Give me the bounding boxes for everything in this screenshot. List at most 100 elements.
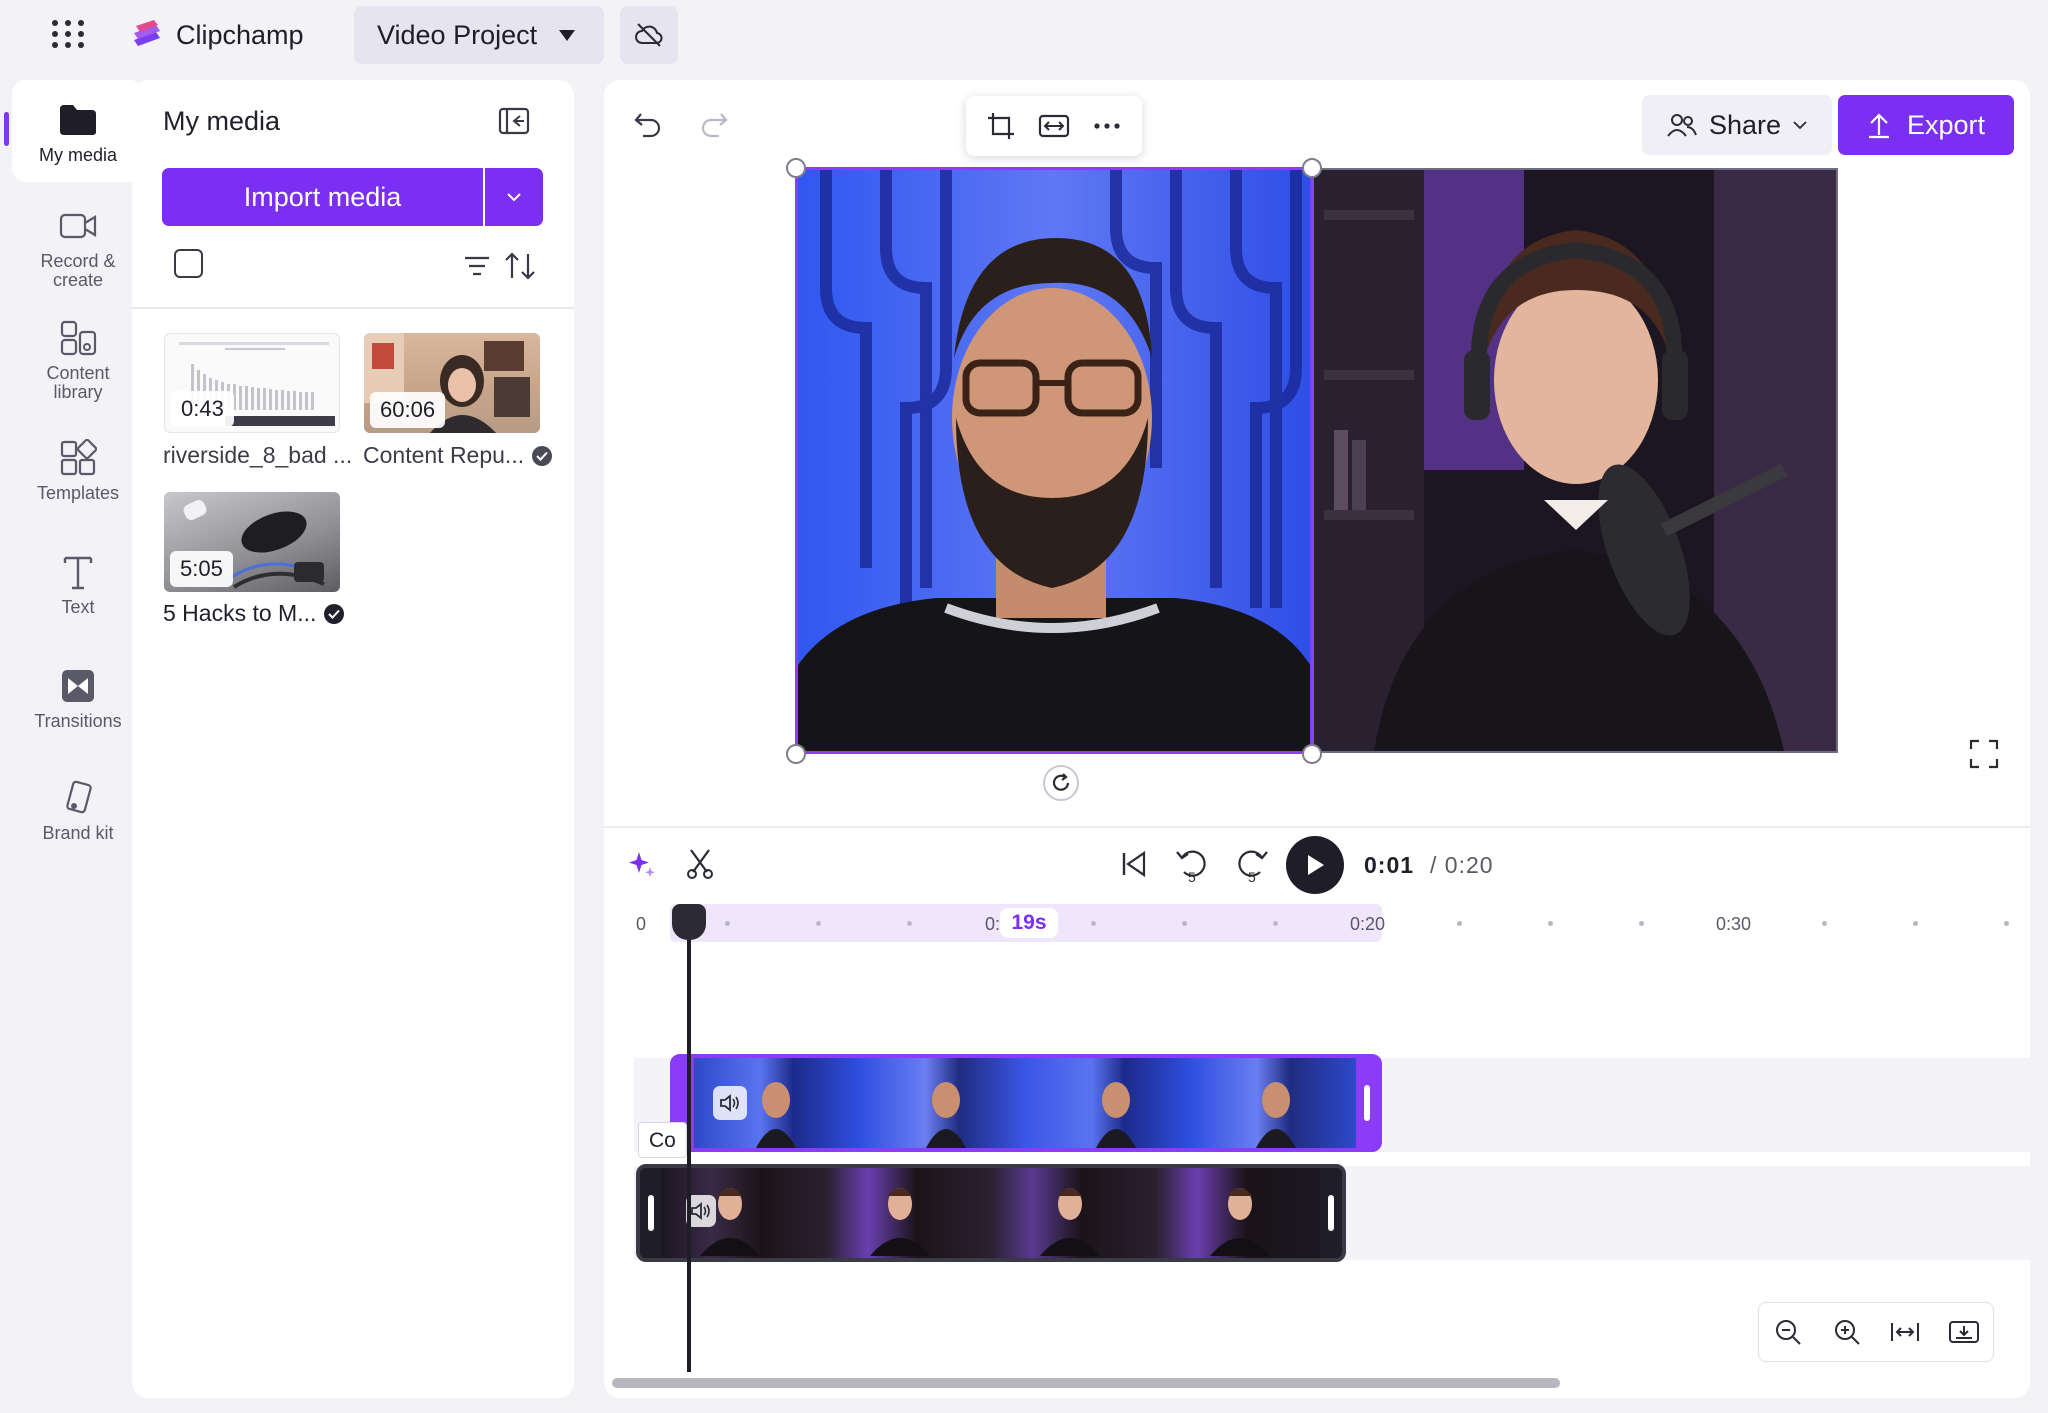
- preview-timeline-divider: [604, 826, 2030, 828]
- redo-button[interactable]: [694, 104, 734, 144]
- media-thumbnail[interactable]: 5:05: [164, 492, 340, 592]
- filter-button[interactable]: [462, 252, 492, 280]
- ruler-label: 0: [636, 914, 647, 934]
- camera-icon: [58, 206, 98, 246]
- nav-label: Templates: [36, 483, 120, 503]
- ruler-tick: [1273, 921, 1278, 926]
- more-options-button[interactable]: [1085, 104, 1129, 148]
- resize-handle[interactable]: [1302, 158, 1322, 178]
- fit-button[interactable]: [1032, 104, 1076, 148]
- nav-templates[interactable]: Templates: [12, 438, 144, 510]
- panel-divider: [132, 307, 574, 309]
- ai-magic-button[interactable]: [620, 842, 664, 886]
- resize-handle[interactable]: [786, 158, 806, 178]
- text-icon: [58, 552, 98, 592]
- more-horizontal-icon: [1094, 123, 1120, 129]
- rotate-button[interactable]: [1043, 765, 1079, 801]
- nav-transitions[interactable]: Transitions: [12, 666, 144, 738]
- project-name-dropdown[interactable]: Video Project: [354, 6, 604, 64]
- select-all-checkbox[interactable]: [174, 249, 203, 278]
- ruler-tick: [1457, 921, 1462, 926]
- nav-label: Record & create: [40, 251, 116, 290]
- upload-icon: [1868, 113, 1889, 139]
- ruler-label: 0:30: [1716, 914, 1752, 934]
- timeline-snap-icon: [1948, 1321, 1979, 1343]
- nav-record-create[interactable]: Record & create: [12, 206, 144, 298]
- playhead[interactable]: [687, 910, 691, 1372]
- project-name: Video Project: [377, 19, 538, 50]
- app-logo: Clipchamp: [130, 18, 304, 52]
- preview-video-left[interactable]: [796, 168, 1312, 753]
- jump-to-start-button[interactable]: [1112, 842, 1156, 886]
- share-button[interactable]: Share: [1642, 95, 1832, 155]
- crop-button[interactable]: [979, 104, 1023, 148]
- resize-handle[interactable]: [786, 744, 806, 764]
- fullscreen-button[interactable]: [1968, 738, 2000, 770]
- app-launcher-icon[interactable]: [48, 16, 84, 52]
- total-time: / 0:20: [1430, 852, 1494, 878]
- nav-my-media[interactable]: My media: [12, 80, 144, 182]
- collapse-panel-button[interactable]: [496, 104, 532, 138]
- redo-icon: [701, 113, 728, 138]
- media-name-text: riverside_8_bad ...: [163, 442, 353, 468]
- sort-button[interactable]: [503, 250, 537, 282]
- cloud-sync-button[interactable]: [620, 6, 678, 64]
- chevron-down-icon: [507, 193, 521, 202]
- fit-width-icon: [1891, 1323, 1920, 1341]
- ruler-tick: [1913, 921, 1918, 926]
- media-panel-title: My media: [163, 106, 281, 136]
- media-item-name: Content Repu...: [363, 442, 553, 469]
- media-thumbnail[interactable]: 60:06: [364, 333, 540, 433]
- rotate-icon: [1052, 773, 1070, 791]
- collapse-panel-icon: [498, 107, 530, 135]
- crop-icon: [987, 113, 1014, 139]
- fast-forward-icon: 5: [1238, 850, 1268, 884]
- export-button[interactable]: Export: [1838, 95, 2014, 155]
- ruler-label: 0:: [985, 914, 1001, 934]
- nav-brand-kit[interactable]: Brand kit: [12, 778, 144, 850]
- zoom-out-icon: [1776, 1320, 1801, 1345]
- snap-button[interactable]: [1944, 1312, 1984, 1352]
- import-options-button[interactable]: [485, 168, 543, 226]
- clip-people-overlay: [700, 1188, 1270, 1256]
- nav-content-library[interactable]: Content library: [12, 318, 144, 410]
- export-label: Export: [1906, 109, 1986, 140]
- man-video-frame: [796, 168, 1312, 753]
- clip-volume-button[interactable]: [713, 1086, 747, 1120]
- transitions-icon: [58, 666, 98, 706]
- nav-label: Content library: [46, 363, 110, 402]
- resize-handle[interactable]: [1302, 744, 1322, 764]
- rewind-5s-button[interactable]: 5: [1168, 840, 1216, 888]
- import-media-button[interactable]: Import media: [162, 168, 483, 226]
- playhead-handle[interactable]: [672, 904, 706, 940]
- clip-trim-right[interactable]: [1356, 1058, 1378, 1148]
- fit-icon: [1038, 114, 1070, 138]
- media-thumbnail[interactable]: 0:43: [164, 333, 340, 433]
- timeline-horizontal-scrollbar[interactable]: [612, 1378, 1560, 1388]
- app-name: Clipchamp: [176, 19, 304, 50]
- zoom-in-button[interactable]: [1827, 1312, 1867, 1352]
- split-button[interactable]: [678, 842, 722, 886]
- clip-trim-left[interactable]: [640, 1168, 662, 1258]
- undo-button[interactable]: [628, 104, 668, 144]
- ruler-tick: [725, 921, 730, 926]
- fit-timeline-button[interactable]: [1885, 1312, 1925, 1352]
- nav-label: Text: [61, 597, 95, 617]
- preview-video-right[interactable]: [1312, 168, 1838, 753]
- skip-to-start-icon: [1122, 850, 1146, 878]
- nav-text[interactable]: Text: [12, 552, 144, 624]
- rewind-icon: 5: [1176, 850, 1206, 884]
- zoom-out-button[interactable]: [1768, 1312, 1808, 1352]
- ruler-tick: [1548, 921, 1553, 926]
- nav-label: Transitions: [34, 711, 122, 731]
- ruler-tick: [1091, 921, 1096, 926]
- media-item-name: riverside_8_bad ...: [163, 442, 352, 469]
- play-button[interactable]: [1286, 836, 1344, 894]
- clip-trim-right[interactable]: [1320, 1168, 1342, 1258]
- ruler-tick: [2004, 921, 2009, 926]
- media-duration: 5:05: [170, 551, 233, 587]
- forward-5s-button[interactable]: 5: [1228, 840, 1276, 888]
- fullscreen-icon: [1969, 739, 1999, 769]
- caret-down-icon: [559, 29, 576, 41]
- sparkle-icon: [629, 852, 655, 877]
